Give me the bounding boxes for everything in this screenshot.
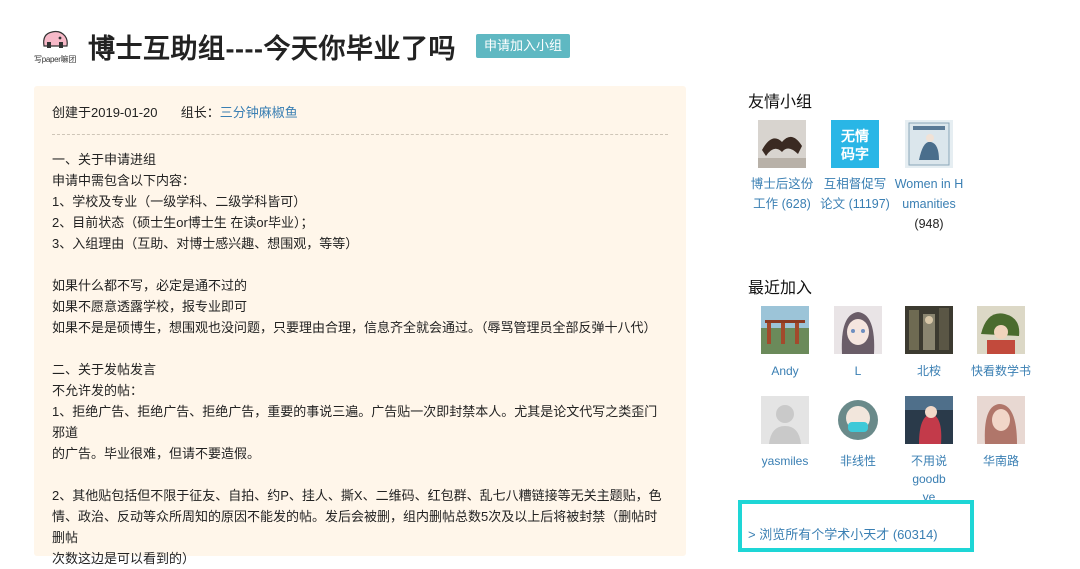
member-name[interactable]: L [824,362,892,380]
friend-group-name[interactable]: umanities [894,194,964,214]
recent-members-heading: 最近加入 [748,280,813,297]
desc-line: 如果不是是硕博生，想围观也没问题，只要理由合理，信息齐全就会通过。（辱骂管理员全… [52,320,657,335]
friend-group-name[interactable]: 博士后这份 [747,174,817,194]
member-item[interactable]: 非线性 [824,396,892,470]
browse-all-members-link[interactable]: > 浏览所有个学术小天才 (60314) [748,524,938,543]
member-name[interactable]: 快看数学书 [967,362,1035,380]
member-name[interactable]: 非线性 [824,452,892,470]
member-item[interactable]: 华南路 [967,396,1035,470]
member-name[interactable]: yasmiles [751,452,819,470]
bat-photo-icon[interactable] [758,120,806,168]
divider [52,134,668,135]
pig-logo-icon [43,30,68,48]
created-date: 创建于2019-01-20 [52,105,158,120]
logo-text-line: 无情 [840,128,869,145]
desc-line: 二、关于发帖发言 [52,362,157,377]
group-title: 博士互助组----今天你毕业了吗 [88,33,456,64]
leader-label: 组长： [180,105,220,120]
desc-blank [52,338,668,359]
logo-text-line: 码字 [841,146,869,163]
member-name[interactable]: 北桉 [895,362,963,380]
friend-group-count: (948) [914,217,944,231]
group-description: 一、关于申请进组 申请中需包含以下内容： 1、学校及专业（一级学科、二级学科皆可… [52,149,668,569]
friend-group-item[interactable]: 博士后这份 工作 (628) [747,120,817,214]
desc-line: 2、其他贴包括但不限于征友、自拍、约P、挂人、撕X、二维码、红包群、乱七八糟链接… [52,488,662,503]
member-item[interactable]: L [824,306,892,380]
avatar-default-icon[interactable] [761,396,809,444]
desc-line: 如果什么都不写，必定是通不过的 [52,278,248,293]
desc-line: 2、目前状态（硕士生or博士生 在读or毕业）； [52,215,314,230]
member-name[interactable]: 不用说goodb [895,452,963,488]
book-cover-women-icon[interactable] [905,120,953,168]
member-name[interactable]: 华南路 [967,452,1035,470]
friend-group-name[interactable]: Women in H [894,174,964,194]
member-item[interactable]: Andy [751,306,819,380]
desc-line: 的广告。毕业很难，但请不要造假。 [52,446,261,461]
avatar-huananlu-icon[interactable] [977,396,1025,444]
friend-groups-heading: 友情小组 [748,94,813,111]
avatar-masked-icon[interactable] [834,396,882,444]
friend-group-name[interactable]: 工作 (628) [747,194,817,214]
friend-group-item[interactable]: Women in H umanities (948) [894,120,964,234]
member-item[interactable]: 不用说goodb ye [895,396,963,506]
member-item[interactable]: 北桉 [895,306,963,380]
logo-caption: 写paper嘛团 [34,55,77,64]
desc-blank [52,464,668,485]
desc-line: 申请中需包含以下内容： [52,173,196,188]
avatar-goodbye-icon[interactable] [905,396,953,444]
group-logo: 写paper嘛团 [34,24,78,68]
avatar-l-icon[interactable] [834,306,882,354]
friend-group-name[interactable]: 论文 (11197) [820,194,890,214]
desc-line: 情、政治、反动等众所周知的原因不能发的帖。发后会被删，组内删帖总数5次及以上后将… [52,509,658,545]
avatar-math-icon[interactable] [977,306,1025,354]
desc-line: 如果不愿意透露学校，报专业即可 [52,299,248,314]
join-group-button[interactable]: 申请加入小组 [475,34,570,58]
desc-line: 3、入组理由（互助、对博士感兴趣、想围观，等等） [52,236,359,251]
leader-link[interactable]: 三分钟麻椒鱼 [220,105,298,120]
member-name[interactable]: Andy [751,362,819,380]
friend-group-item[interactable]: 无情 码字 互相督促写 论文 (11197) [820,120,890,214]
desc-blank [52,254,668,275]
desc-line: 1、学校及专业（一级学科、二级学科皆可） [52,194,307,209]
group-header: 写paper嘛团 博士互助组----今天你毕业了吗 申请加入小组 [34,24,570,68]
no-emotion-coding-logo-icon[interactable]: 无情 码字 [831,120,879,168]
desc-line: 次数这边是可以看到的） [52,551,196,566]
desc-line: 一、关于申请进组 [52,152,157,167]
member-item[interactable]: 快看数学书 [967,306,1035,380]
group-meta: 创建于2019-01-20 组长：三分钟麻椒鱼 [52,102,668,124]
avatar-beian-icon[interactable] [905,306,953,354]
desc-line: 1、拒绝广告、拒绝广告、拒绝广告，重要的事说三遍。广告贴一次即封禁本人。尤其是论… [52,404,658,440]
member-item[interactable]: yasmiles [751,396,819,470]
friend-group-name[interactable]: 互相督促写 [820,174,890,194]
avatar-andy-icon[interactable] [761,306,809,354]
desc-line: 不允许发的帖： [52,383,144,398]
group-info-panel: 创建于2019-01-20 组长：三分钟麻椒鱼 一、关于申请进组 申请中需包含以… [34,86,686,566]
